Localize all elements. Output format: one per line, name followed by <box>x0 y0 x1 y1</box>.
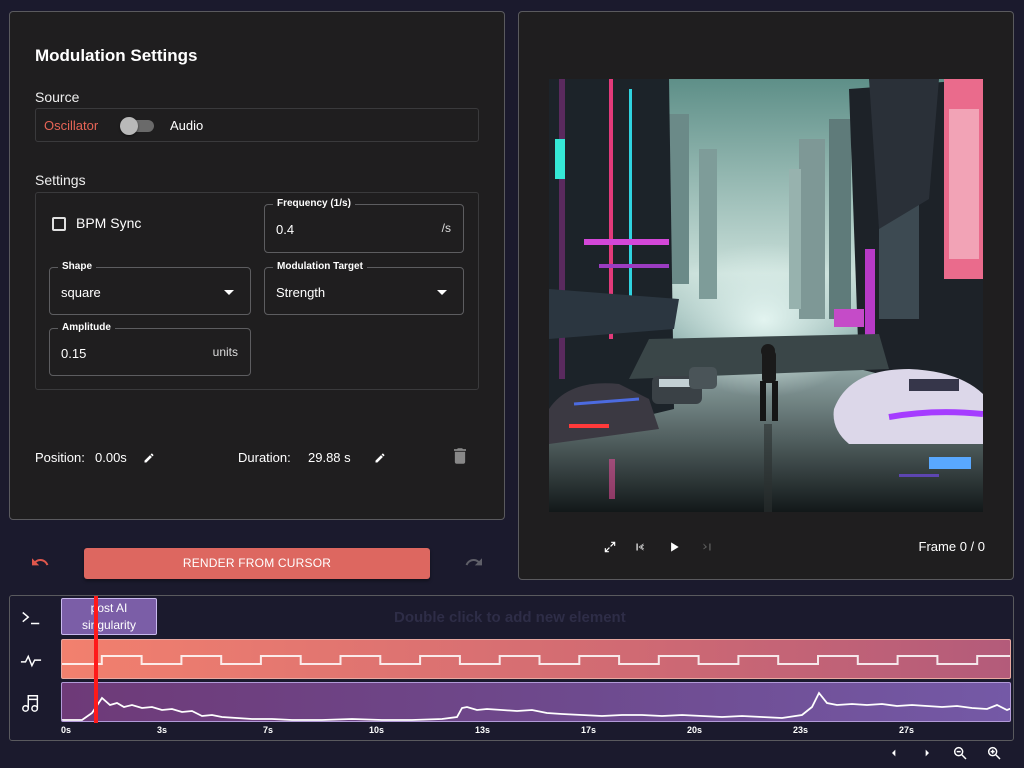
terminal-icon <box>22 611 40 625</box>
redo-icon[interactable] <box>464 555 484 571</box>
audio-track[interactable] <box>61 682 1011 722</box>
skip-end-icon[interactable] <box>700 540 714 554</box>
prompt-clip[interactable]: post AI singularity <box>61 598 157 635</box>
music-note-icon <box>22 695 39 712</box>
preview-panel: Frame 0 / 0 <box>518 11 1014 580</box>
position-value: 0.00s <box>95 450 127 465</box>
bpm-sync-label: BPM Sync <box>76 215 142 231</box>
time-tick: 17s <box>581 725 597 735</box>
amplitude-value[interactable]: 0.15 <box>61 346 86 361</box>
time-tick: 27s <box>899 725 915 735</box>
time-tick: 7s <box>263 725 274 735</box>
source-label: Source <box>35 89 80 105</box>
pencil-icon[interactable] <box>374 452 386 464</box>
waveform-icon <box>20 654 42 668</box>
render-from-cursor-button[interactable]: RENDER FROM CURSOR <box>84 548 430 579</box>
frequency-value[interactable]: 0.4 <box>276 222 294 237</box>
trash-icon[interactable] <box>454 448 466 464</box>
toggle-thumb[interactable] <box>120 117 138 135</box>
modulation-settings-panel: Modulation Settings Source Oscillator Au… <box>9 11 505 520</box>
zoom-in-icon[interactable] <box>986 745 1002 761</box>
position-label: Position: <box>35 450 85 465</box>
chevron-left-icon[interactable] <box>886 745 902 761</box>
zoom-out-icon[interactable] <box>952 745 968 761</box>
source-oscillator-label: Oscillator <box>44 118 99 133</box>
time-tick: 23s <box>793 725 809 735</box>
chevron-down-icon[interactable] <box>224 290 234 295</box>
amplitude-field[interactable]: Amplitude 0.15 units <box>49 322 251 376</box>
playhead[interactable] <box>94 596 98 723</box>
preview-image <box>549 79 983 512</box>
amplitude-unit: units <box>212 345 238 359</box>
pencil-icon[interactable] <box>143 452 155 464</box>
amplitude-label: Amplitude <box>58 322 115 334</box>
frequency-field[interactable]: Frequency (1/s) 0.4 /s <box>264 198 464 253</box>
time-tick: 13s <box>475 725 491 735</box>
time-tick: 0s <box>61 725 72 735</box>
undo-icon[interactable] <box>30 555 50 571</box>
timeline-hint: Double click to add new element <box>394 609 626 626</box>
duration-label: Duration: <box>238 450 291 465</box>
duration-value: 29.88 s <box>308 450 351 465</box>
frequency-label: Frequency (1/s) <box>273 198 355 210</box>
frequency-unit: /s <box>441 221 451 235</box>
modulation-target-value[interactable]: Strength <box>276 285 325 300</box>
play-icon[interactable] <box>667 540 681 554</box>
time-tick: 10s <box>369 725 385 735</box>
shape-label: Shape <box>58 261 97 273</box>
timeline[interactable]: Double click to add new element post AI … <box>9 595 1014 741</box>
frame-counter: Frame 0 / 0 <box>918 539 985 554</box>
modulation-target-select[interactable]: Modulation Target Strength <box>264 261 464 315</box>
time-tick: 20s <box>687 725 703 735</box>
oscillator-track[interactable] <box>61 639 1011 679</box>
shape-value[interactable]: square <box>61 285 101 300</box>
source-audio-label: Audio <box>170 118 204 133</box>
chevron-right-icon[interactable] <box>919 745 935 761</box>
expand-icon[interactable] <box>603 540 617 554</box>
settings-label: Settings <box>35 172 86 188</box>
settings-group: BPM Sync Frequency (1/s) 0.4 /s Shape sq… <box>35 192 479 390</box>
source-selector: Oscillator Audio <box>35 108 479 142</box>
chevron-down-icon[interactable] <box>437 290 447 295</box>
modulation-target-label: Modulation Target <box>273 261 367 273</box>
skip-start-icon[interactable] <box>633 540 647 554</box>
bpm-sync-checkbox[interactable] <box>52 217 66 231</box>
time-tick: 3s <box>157 725 168 735</box>
panel-title: Modulation Settings <box>35 46 198 65</box>
shape-select[interactable]: Shape square <box>49 261 251 315</box>
source-toggle[interactable] <box>120 117 154 135</box>
